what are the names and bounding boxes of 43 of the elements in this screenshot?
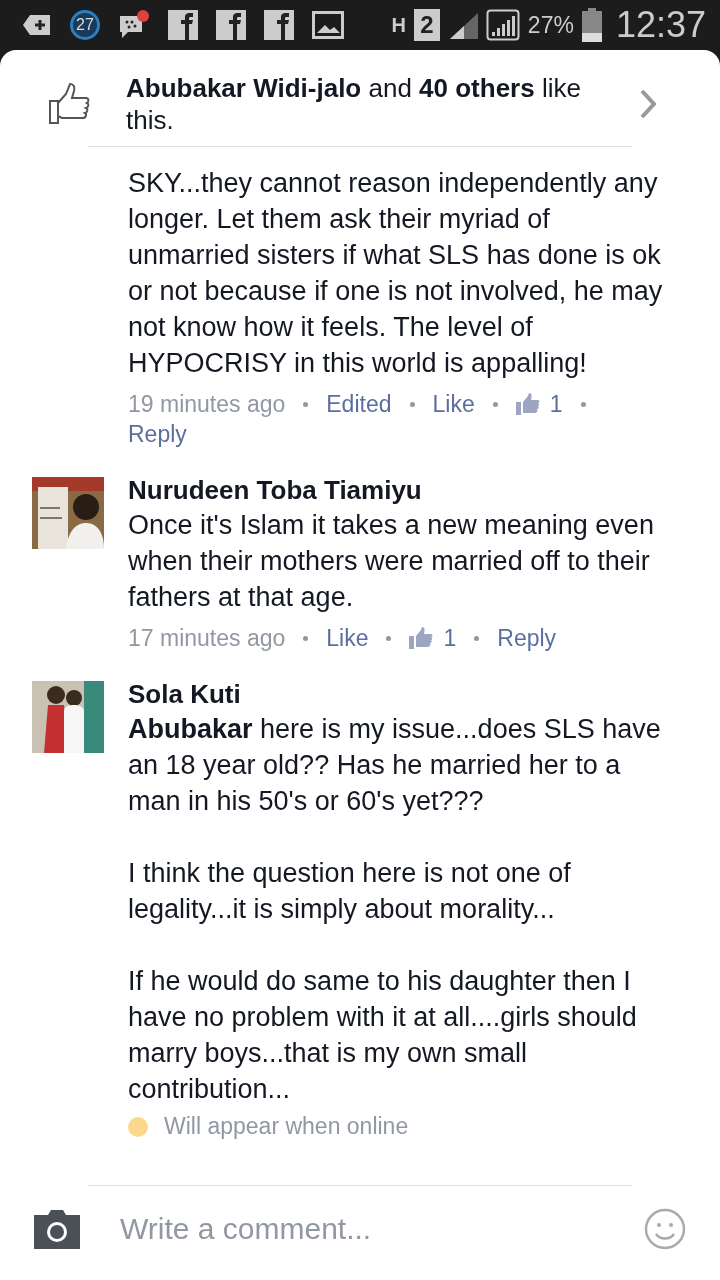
separator-dot <box>474 635 480 641</box>
separator-dot <box>580 401 586 407</box>
separator-dot <box>409 401 415 407</box>
separator-dot <box>303 635 309 641</box>
author-name[interactable]: Nurudeen Toba Tiamiyu <box>128 473 422 507</box>
image-icon <box>312 11 344 39</box>
network-type: H <box>391 13 406 37</box>
separator-dot <box>386 635 392 641</box>
thumbs-up-icon <box>48 83 92 125</box>
comment-text: Once it's Islam it takes a new meaning even when their mothers were married off to their fathers at that age. <box>128 509 655 614</box>
chat-bubble-icon <box>118 10 150 40</box>
camera-icon[interactable] <box>32 1209 82 1249</box>
sim-slot: 2 <box>413 9 440 41</box>
comment-action-link[interactable]: Reply <box>128 419 187 449</box>
comment-action-link[interactable]: Reply <box>497 623 557 653</box>
f-square-icon <box>168 10 198 40</box>
separator-dot <box>492 401 498 407</box>
status-text: Will appear when online <box>164 1113 409 1140</box>
like-count[interactable]: 1 <box>409 623 457 653</box>
signal-icon <box>485 9 520 41</box>
separator-dot <box>303 401 309 407</box>
timestamp: 19 minutes ago <box>128 390 286 419</box>
comment-action-link[interactable]: Like <box>326 623 369 653</box>
add-tag-icon <box>22 14 52 36</box>
like-count[interactable]: 1 <box>515 389 563 419</box>
chevron-right-icon[interactable] <box>640 89 656 119</box>
battery-percent: 27% <box>527 11 574 39</box>
battery-icon <box>581 8 602 42</box>
clock: 12:37 <box>615 4 706 46</box>
author-name[interactable]: Sola Kuti <box>128 677 241 711</box>
comment-text: Abubakar here is my issue...does SLS have an 18 year old?? Has he married her to a man in his 50's or 60's yet??? I think the question here is not one of legality...it is simply about morality... If he would do same to his daughter then I have no problem with it at all....girls should marry boys...that is my own small contribution... <box>128 713 662 1106</box>
comment-action-link[interactable]: Edited <box>326 389 392 419</box>
f-square-icon <box>264 10 294 40</box>
likes-summary[interactable]: Abubakar Widi-jalo and 40 others like this. <box>126 72 606 136</box>
comment-input[interactable]: Write a comment... <box>118 1211 608 1247</box>
thumbs-up-icon <box>515 393 540 415</box>
thumbs-up-icon <box>409 627 434 649</box>
comment-text: SKY...they cannot reason independently any longer. Let them ask their myriad of unmarried sisters if what SLS has done is ok or not because if one is not involved, he may not know how it feels. The level of HYPOCRISY in this world is appalling! <box>128 167 664 380</box>
smiley-icon[interactable] <box>644 1208 686 1250</box>
timestamp: 17 minutes ago <box>128 624 286 653</box>
notification-count: 27 <box>70 10 100 40</box>
comment-action-link[interactable]: Like <box>432 389 475 419</box>
f-square-icon <box>216 10 246 40</box>
